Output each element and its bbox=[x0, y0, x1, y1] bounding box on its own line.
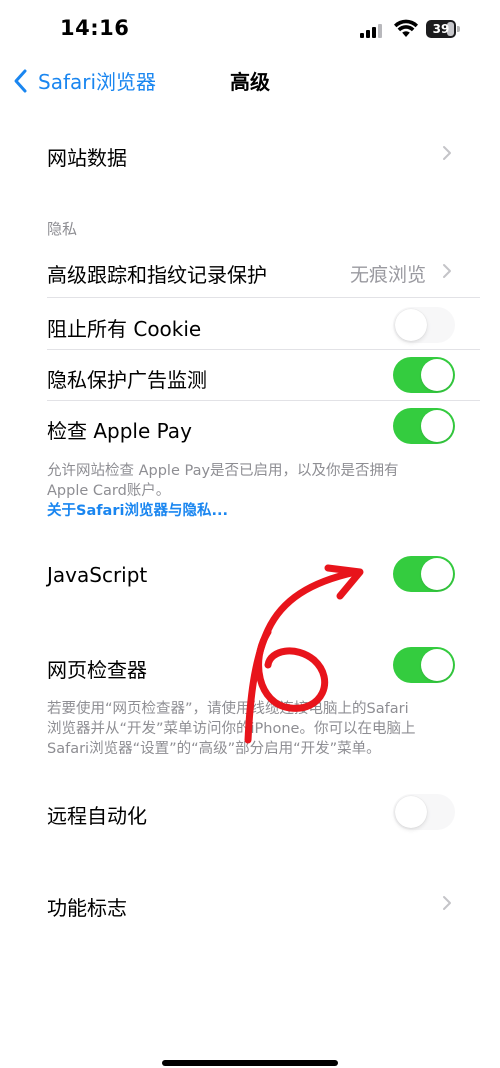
check-apple-pay-toggle[interactable] bbox=[393, 408, 455, 444]
web-inspector-label: 网页检查器 bbox=[47, 658, 147, 682]
privacy-ad-measurement-label: 隐私保护广告监测 bbox=[47, 368, 207, 392]
footer-line: 允许网站检查 Apple Pay是否已启用，以及你是否拥有 bbox=[47, 463, 399, 479]
web-inspector-footer: 若要使用“网页检查器”，请使用线缆连接电脑上的Safari 浏览器并从“开发”菜… bbox=[47, 699, 457, 759]
battery-icon: 39 bbox=[426, 20, 462, 38]
safari-privacy-link[interactable]: 关于Safari浏览器与隐私... bbox=[47, 499, 228, 520]
remote-automation-toggle[interactable] bbox=[393, 794, 455, 830]
tracking-protection-value: 无痕浏览 bbox=[350, 264, 427, 286]
privacy-section-header: 隐私 bbox=[47, 220, 78, 238]
row-divider bbox=[47, 297, 480, 298]
website-data-row[interactable]: 网站数据 bbox=[47, 142, 127, 171]
chevron-right-icon[interactable] bbox=[442, 895, 452, 911]
wifi-icon bbox=[394, 19, 418, 37]
web-inspector-toggle[interactable] bbox=[393, 647, 455, 683]
footer-line: 浏览器并从“开发”菜单访问你的iPhone。你可以在电脑上 bbox=[47, 721, 416, 737]
home-indicator bbox=[162, 1060, 338, 1066]
tracking-protection-row[interactable]: 高级跟踪和指纹记录保护 bbox=[47, 259, 267, 288]
block-cookies-toggle[interactable] bbox=[393, 307, 455, 343]
status-time: 14:16 bbox=[60, 16, 130, 40]
cellular-signal-icon bbox=[360, 24, 382, 38]
page-title: 高级 bbox=[230, 70, 270, 94]
battery-level: 39 bbox=[432, 22, 450, 36]
apple-pay-footer: 允许网站检查 Apple Pay是否已启用，以及你是否拥有 Apple Card… bbox=[47, 461, 457, 501]
block-cookies-label: 阻止所有 Cookie bbox=[47, 317, 202, 341]
chevron-right-icon[interactable] bbox=[442, 145, 452, 161]
javascript-label: JavaScript bbox=[47, 563, 148, 587]
footer-line: 若要使用“网页检查器”，请使用线缆连接电脑上的Safari bbox=[47, 701, 409, 717]
privacy-ad-measurement-toggle[interactable] bbox=[393, 357, 455, 393]
javascript-toggle[interactable] bbox=[393, 556, 455, 592]
row-divider bbox=[47, 400, 480, 401]
check-apple-pay-label: 检查 Apple Pay bbox=[47, 419, 192, 443]
row-divider bbox=[47, 349, 480, 350]
remote-automation-label: 远程自动化 bbox=[47, 804, 147, 828]
feature-flags-row[interactable]: 功能标志 bbox=[47, 892, 127, 921]
footer-line: Safari浏览器“设置”的“高级”部分启用“开发”菜单。 bbox=[47, 741, 381, 757]
footer-line: Apple Card账户。 bbox=[47, 483, 171, 499]
chevron-right-icon[interactable] bbox=[442, 263, 452, 279]
